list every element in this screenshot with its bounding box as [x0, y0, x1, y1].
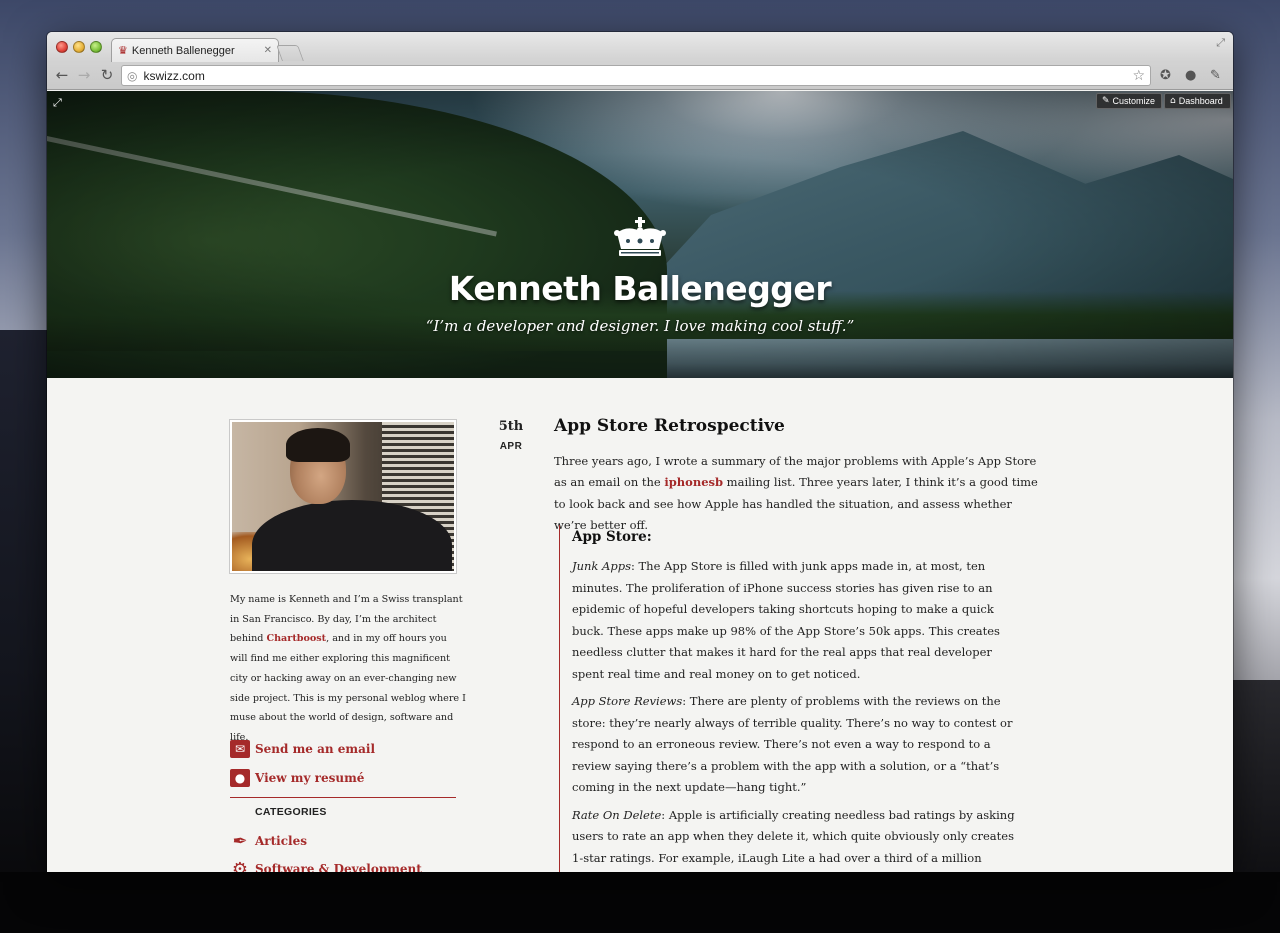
desktop-background-right: [1233, 680, 1280, 880]
gear-icon: ⚙: [231, 858, 249, 873]
post-blockquote: App Store: Junk Apps: The App Store is f…: [559, 525, 1019, 872]
close-window-button[interactable]: [56, 41, 68, 53]
iphonesb-link[interactable]: iphonesb: [664, 475, 723, 489]
reload-icon[interactable]: ↻: [98, 67, 116, 83]
browser-chrome: ♛ Kenneth Ballenegger ✕ ⤢ ← → ↻ ◎ kswizz…: [47, 32, 1233, 90]
email-link[interactable]: ✉ Send me an email: [230, 738, 375, 760]
url-text[interactable]: kswizz.com: [143, 69, 1132, 83]
quote-paragraph: Rate On Delete: Apple is artificially cr…: [572, 807, 1015, 865]
dashboard-button[interactable]: ⌂ Dashboard: [1164, 93, 1231, 109]
categories-heading: CATEGORIES: [255, 806, 327, 818]
envelope-icon: ✉: [230, 740, 250, 758]
post-intro: Three years ago, I wrote a summary of th…: [554, 454, 1038, 532]
zoom-window-button[interactable]: [90, 41, 102, 53]
sidebar-divider: [230, 797, 456, 798]
expand-icon[interactable]: ⤢: [53, 96, 62, 110]
customize-label: Customize: [1112, 96, 1156, 106]
category-software[interactable]: ⚙ Software & Development: [230, 858, 422, 873]
chartboost-link[interactable]: Chartboost: [266, 633, 326, 644]
post-date-month: APR: [499, 441, 523, 452]
author-photo: [229, 419, 457, 574]
customize-button[interactable]: ✎ Customize: [1096, 93, 1162, 109]
home-icon: ⌂: [1170, 96, 1176, 106]
bookmark-star-icon[interactable]: ☆: [1132, 68, 1150, 84]
wrench-icon[interactable]: ✎: [1210, 68, 1221, 83]
extension-icon[interactable]: ✪: [1160, 68, 1171, 83]
quill-icon: ✒: [232, 830, 248, 852]
author-bio: My name is Kenneth and I’m a Swiss trans…: [230, 594, 466, 743]
crown-icon: ♛: [118, 44, 128, 57]
wrench-icon: ✎: [1102, 96, 1110, 106]
site-tagline: “I’m a developer and designer. I love ma…: [425, 317, 855, 335]
header-banner: ⤢ ✎ Customize ⌂ Dashboard Kenneth Ballen…: [47, 91, 1233, 378]
post-title[interactable]: App Store Retrospective: [554, 416, 785, 436]
resume-link[interactable]: ● View my resumé: [230, 767, 364, 789]
globe-icon: ◎: [127, 68, 138, 83]
back-arrow-icon[interactable]: ←: [53, 67, 71, 83]
browser-window: ♛ Kenneth Ballenegger ✕ ⤢ ← → ↻ ◎ kswizz…: [47, 32, 1233, 872]
category-articles[interactable]: ✒ Articles: [230, 830, 307, 852]
close-tab-icon[interactable]: ✕: [264, 45, 272, 56]
browser-toolbar: ← → ↻ ◎ kswizz.com ☆ ✪ ● ✎: [47, 62, 1233, 90]
minimize-window-button[interactable]: [73, 41, 85, 53]
address-bar[interactable]: ◎ kswizz.com ☆: [121, 65, 1151, 86]
quote-paragraph: Junk Apps: The App Store is filled with …: [572, 559, 1000, 681]
new-tab-button[interactable]: [276, 45, 304, 61]
dashboard-label: Dashboard: [1178, 96, 1223, 106]
post-date-day: 5th: [498, 419, 524, 434]
desktop-background: [0, 330, 48, 890]
quote-heading: App Store:: [572, 529, 652, 545]
page-content: My name is Kenneth and I’m a Swiss trans…: [47, 378, 1233, 872]
forward-arrow-icon[interactable]: →: [75, 67, 93, 83]
tab-title: Kenneth Ballenegger: [131, 44, 235, 57]
desktop-bottom: [0, 872, 1280, 933]
person-icon: ●: [230, 769, 250, 787]
quote-paragraph: App Store Reviews: There are plenty of p…: [572, 694, 1013, 794]
fullscreen-icon[interactable]: ⤢: [1216, 36, 1225, 50]
browser-tab[interactable]: ♛ Kenneth Ballenegger ✕: [111, 38, 279, 62]
site-title[interactable]: Kenneth Ballenegger: [47, 269, 1233, 308]
crown-logo-icon[interactable]: [613, 217, 667, 261]
chat-bubble-icon[interactable]: ●: [1185, 68, 1196, 83]
